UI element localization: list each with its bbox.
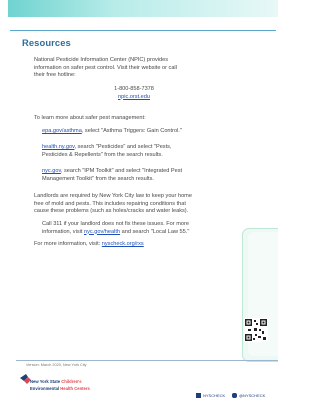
resource-item-nyc: nyc.gov, search "IPM Toolkit" and select… xyxy=(42,168,182,183)
resource-item-epa: epa.gov/asthma, select "Asthma Triggers:… xyxy=(42,128,182,136)
facebook-icon xyxy=(196,393,201,399)
epa-link[interactable]: epa.gov/asthma xyxy=(42,128,82,134)
logo-text-line-2: Environmental Health Centers xyxy=(30,386,90,391)
nyscheck-link[interactable]: nyscheck.org/rxs xyxy=(102,241,144,247)
logo-accent-1: Children's xyxy=(61,379,82,384)
health-ny-text-2: Pesticides & Repellents" from the search… xyxy=(42,151,163,158)
npic-paragraph: National Pesticide Information Center (N… xyxy=(34,57,177,80)
twitter-label: @NYSCHECK xyxy=(239,393,266,398)
qr-code-icon[interactable] xyxy=(244,318,268,342)
call-311-paragraph: Call 311 if your landlord does not fix t… xyxy=(42,221,189,236)
health-ny-text-1: , search "Pesticides" and select "Pests, xyxy=(74,144,172,150)
twitter-icon xyxy=(232,393,237,399)
nyc-gov-text-1: , search "IPM Toolkit" and select "Integ… xyxy=(60,168,183,174)
logo-accent-2: Health Centers xyxy=(60,386,90,391)
twitter-handle[interactable]: @NYSCHECK xyxy=(232,393,266,399)
logo-org-name: New York State xyxy=(30,379,62,384)
landlords-line-2: free of mold and pests. This includes re… xyxy=(34,200,186,207)
more-info-line: For more information, visit: nyscheck.or… xyxy=(34,241,144,249)
learn-more-intro: To learn more about safer pest managemen… xyxy=(34,115,146,121)
epa-text: , select "Asthma Triggers: Gain Control.… xyxy=(81,128,182,134)
npic-link[interactable]: npic.orst.edu xyxy=(118,94,150,100)
npic-line-1: National Pesticide Information Center (N… xyxy=(34,57,168,63)
landlords-line-3: cause these problems (such as holes/crac… xyxy=(34,208,189,215)
npic-line-3: their free hotline: xyxy=(34,72,76,79)
npic-phone: 1-800-858-7378 xyxy=(114,86,154,92)
call-311-line-1: Call 311 if your landlord does not fix t… xyxy=(42,221,189,227)
logo-text-line-1: New York State Children's xyxy=(30,379,82,384)
landlords-line-1: Landlords are required by New York City … xyxy=(34,193,192,199)
nyc-gov-link[interactable]: nyc.gov xyxy=(42,168,61,174)
resource-item-health-ny: health.ny.gov, search "Pesticides" and s… xyxy=(42,144,172,159)
facebook-handle[interactable]: NYSCHECK xyxy=(196,393,226,399)
landlords-paragraph: Landlords are required by New York City … xyxy=(34,193,192,216)
version-note: Version: March 2020, New York City xyxy=(26,363,87,367)
logo-org-name-2: Environmental xyxy=(30,386,61,391)
call-311-line-2-post: and search "Local Law 55." xyxy=(120,228,190,235)
heading-divider xyxy=(10,30,276,32)
nyc-health-link[interactable]: nyc.gov/health xyxy=(84,229,120,235)
more-info-text: For more information, visit: xyxy=(34,241,102,247)
call-311-line-2-pre: information, visit xyxy=(42,228,84,235)
health-ny-link[interactable]: health.ny.gov xyxy=(42,144,74,150)
section-heading: Resources xyxy=(22,37,71,48)
fact-sheet-page: Resources National Pesticide Information… xyxy=(8,0,278,404)
npic-line-2: information on safer pest control. Visit… xyxy=(34,64,177,71)
npic-contact: 1-800-858-7378 npic.orst.edu xyxy=(34,86,234,101)
footer-divider xyxy=(16,360,278,361)
nyc-gov-text-2: Management Toolkit" from the search resu… xyxy=(42,175,154,182)
top-color-stripe xyxy=(8,0,278,17)
facebook-label: NYSCHECK xyxy=(203,393,226,398)
